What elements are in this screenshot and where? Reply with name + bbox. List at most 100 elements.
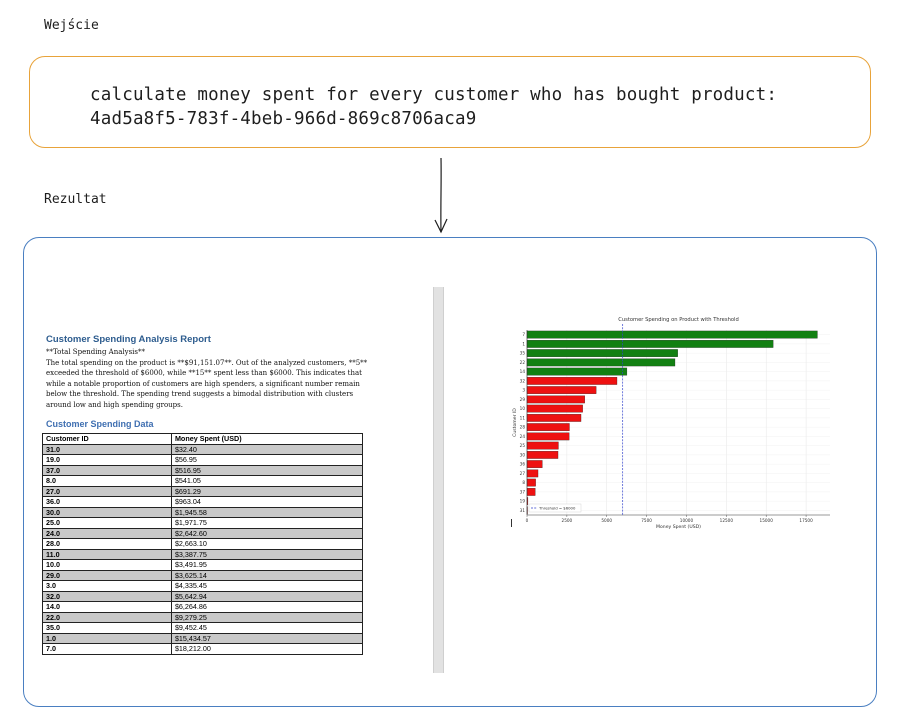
bar [526, 349, 678, 357]
money-spent-cell: $4,335.45 [170, 580, 364, 592]
money-spent-cell: $56.95 [170, 454, 364, 466]
money-spent-cell: $1,945.58 [170, 506, 364, 518]
customer-id-cell: 3.0 [42, 580, 172, 592]
table-row: 19.0 $56.95 [42, 454, 364, 466]
customer-id-cell: 7.0 [42, 643, 172, 655]
bar [526, 330, 818, 339]
output-label: Rezultat [44, 192, 107, 207]
table-row: 30.0 $1,945.58 [42, 506, 364, 518]
y-tick-label: 36 [520, 462, 526, 467]
y-tick-label: 11 [520, 415, 526, 420]
bar [526, 377, 618, 385]
money-spent-cell: $3,491.95 [170, 559, 364, 571]
bar [526, 423, 570, 431]
table-row: 7.0 $18,212.00 [42, 643, 364, 655]
summary-line-1: The total spending on the product is **$… [46, 358, 368, 367]
money-spent-cell: $1,971.75 [170, 517, 364, 529]
bar [526, 395, 585, 404]
money-spent-cell: $18,212.00 [170, 643, 364, 655]
y-tick-label: 31 [520, 508, 526, 513]
report-document: Customer Spending Analysis Report **Tota… [46, 334, 376, 432]
report-title: Customer Spending Analysis Report [46, 334, 211, 345]
y-tick-label: 30 [520, 452, 526, 457]
customer-id-cell: 29.0 [42, 569, 172, 581]
y-tick-label: 29 [520, 397, 526, 402]
table-row: 3.0 $4,335.45 [42, 580, 364, 592]
customer-id-cell: 8.0 [42, 475, 172, 487]
customer-id-cell: 24.0 [42, 527, 172, 539]
x-tick-label: 12500 [720, 518, 734, 523]
money-spent-cell: $3,387.75 [170, 548, 364, 560]
customer-id-cell: 36.0 [42, 496, 172, 508]
customer-id-cell: 31.0 [42, 443, 172, 455]
y-tick-label: 8 [522, 480, 525, 485]
table-row: 8.0 $541.05 [42, 475, 364, 487]
bar [526, 367, 628, 376]
bar [526, 432, 570, 441]
summary-line-5: around low and high spending groups. [46, 400, 183, 409]
y-tick-label: 10 [520, 406, 526, 411]
money-spent-cell: $9,452.45 [170, 622, 364, 634]
money-spent-cell: $5,642.94 [170, 590, 364, 602]
y-tick-label: 28 [520, 425, 526, 430]
prompt-line-2: 4ad5a8f5-783f-4beb-966d-869c8706aca9 [90, 109, 477, 129]
bar [526, 488, 536, 496]
money-spent-cell: $6,264.86 [170, 601, 364, 613]
y-tick-label: 24 [520, 434, 526, 439]
table-row: 32.0 $5,642.94 [42, 590, 364, 602]
table-row: 11.0 $3,387.75 [42, 548, 364, 560]
money-spent-cell: $2,663.10 [170, 538, 364, 550]
bar [526, 460, 543, 468]
table-row: 37.0 $516.95 [42, 464, 364, 476]
summary-line-4: below the threshold. The spending trend … [46, 390, 354, 398]
prompt-box: calculate money spent for every customer… [29, 56, 871, 148]
y-tick-label: 25 [520, 443, 526, 448]
bar [526, 469, 539, 478]
table-row: 24.0 $2,642.60 [42, 527, 364, 539]
y-tick-label: 37 [520, 489, 526, 494]
input-label: Wejście [44, 18, 99, 33]
table-row: 36.0 $963.04 [42, 496, 364, 508]
y-tick-label: 19 [520, 499, 526, 504]
x-tick-label: 10000 [680, 518, 694, 523]
customer-id-cell: 14.0 [42, 601, 172, 613]
y-tick-label: 32 [520, 378, 526, 383]
customer-id-cell: 22.0 [42, 611, 172, 623]
table-row: 10.0 $3,491.95 [42, 559, 364, 571]
text-cursor [511, 519, 512, 527]
bar [526, 404, 583, 413]
table-row: 28.0 $2,663.10 [42, 538, 364, 550]
table-row: 1.0 $15,434.57 [42, 632, 364, 644]
table-row: 22.0 $9,279.25 [42, 611, 364, 623]
down-arrow-icon [434, 157, 448, 234]
summary-line-2: exceeded the threshold of $6000, while *… [46, 369, 362, 377]
column-header-money-spent: Money Spent (USD) [170, 433, 364, 445]
spending-bar-chart: Customer Spending on Product with Thresh… [512, 317, 830, 530]
customer-id-cell: 30.0 [42, 506, 172, 518]
table-row: 14.0 $6,264.86 [42, 601, 364, 613]
y-tick-label: 22 [520, 360, 526, 365]
y-tick-label: 35 [520, 351, 526, 356]
x-tick-label: 0 [526, 518, 529, 523]
bar [526, 358, 676, 367]
x-tick-label: 15000 [760, 518, 774, 523]
customer-id-cell: 28.0 [42, 538, 172, 550]
summary-heading: **Total Spending Analysis** [46, 348, 146, 356]
money-spent-cell: $15,434.57 [170, 632, 364, 644]
section-title: Customer Spending Data [46, 419, 154, 429]
x-tick-label: 17500 [799, 518, 813, 523]
bar [526, 340, 774, 348]
customer-id-cell: 1.0 [42, 632, 172, 644]
summary-line-3: while a notable proportion of customers … [46, 379, 360, 388]
table-row: 31.0 $32.40 [42, 443, 364, 455]
customer-id-cell: 25.0 [42, 517, 172, 529]
y-tick-label: 1 [522, 341, 525, 346]
x-tick-label: 7500 [641, 518, 652, 523]
chart-title: Customer Spending on Product with Thresh… [618, 317, 739, 323]
customer-id-cell: 35.0 [42, 622, 172, 634]
bar [526, 478, 536, 487]
money-spent-cell: $541.05 [170, 475, 364, 487]
customer-id-cell: 19.0 [42, 454, 172, 466]
money-spent-cell: $516.95 [170, 464, 364, 476]
y-tick-label: 27 [520, 471, 526, 476]
